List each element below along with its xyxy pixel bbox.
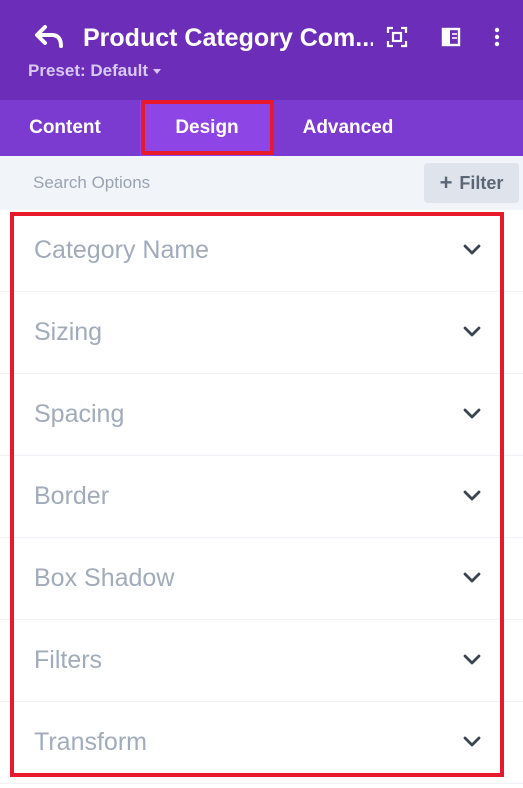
filter-label: Filter <box>459 172 504 193</box>
group-transform[interactable]: Transform <box>0 702 523 784</box>
focus-icon[interactable] <box>386 26 408 48</box>
tab-bar: Content Design Advanced <box>0 100 523 156</box>
search-bar: + Filter <box>0 156 523 210</box>
group-border[interactable]: Border <box>0 456 523 538</box>
group-category-name[interactable]: Category Name <box>0 210 523 292</box>
group-label: Transform <box>34 728 147 756</box>
chevron-down-icon <box>463 736 481 747</box>
chevron-down-icon <box>463 572 481 583</box>
group-label: Filters <box>34 646 103 674</box>
option-groups: Category Name Sizing Spacing Border Box … <box>0 210 523 784</box>
tab-content[interactable]: Content <box>0 100 130 156</box>
more-vertical-icon[interactable] <box>486 26 508 48</box>
group-sizing[interactable]: Sizing <box>0 292 523 374</box>
back-icon[interactable] <box>34 24 64 50</box>
group-label: Box Shadow <box>34 564 175 592</box>
group-label: Sizing <box>34 318 103 346</box>
group-label: Category Name <box>34 236 210 264</box>
group-label: Border <box>34 482 110 510</box>
group-box-shadow[interactable]: Box Shadow <box>0 538 523 620</box>
group-label: Spacing <box>34 400 125 428</box>
filter-button[interactable]: + Filter <box>424 163 519 203</box>
preset-dropdown[interactable]: Preset: Default <box>28 60 161 82</box>
panel-title: Product Category Com... <box>83 24 373 52</box>
panel-header: Product Category Com... Preset: Default <box>0 0 523 100</box>
tab-advanced[interactable]: Advanced <box>284 100 412 156</box>
search-input[interactable] <box>33 170 293 196</box>
group-filters[interactable]: Filters <box>0 620 523 702</box>
chevron-down-icon <box>463 244 481 255</box>
plus-icon: + <box>439 170 453 195</box>
chevron-down-icon <box>463 654 481 665</box>
split-view-icon[interactable] <box>440 26 462 48</box>
chevron-down-icon <box>463 490 481 501</box>
preset-label: Preset: Default <box>28 61 148 80</box>
group-spacing[interactable]: Spacing <box>0 374 523 456</box>
chevron-down-icon <box>463 408 481 419</box>
chevron-down-icon <box>152 68 161 74</box>
chevron-down-icon <box>463 326 481 337</box>
tab-design[interactable]: Design <box>140 100 274 156</box>
